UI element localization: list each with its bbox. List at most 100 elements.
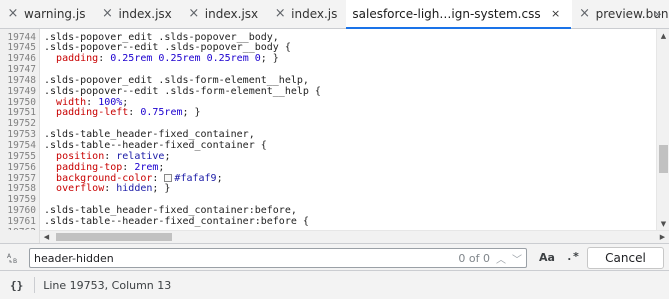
tab-label: index.jsx: [204, 7, 259, 21]
gutter-corner: [0, 230, 40, 243]
tab-overflow-button[interactable]: »: [647, 0, 669, 28]
scroll-down-icon[interactable]: ▼: [657, 217, 669, 230]
pretty-print-icon[interactable]: {}: [10, 279, 23, 292]
code-token: padding: [56, 53, 99, 65]
replace-toggle-icon[interactable]: A B: [7, 251, 23, 265]
horizontal-scrollbar[interactable]: ◀ ▶: [40, 230, 669, 243]
scroll-right-icon[interactable]: ▶: [656, 231, 669, 243]
tab-label: warning.js: [24, 7, 86, 21]
cancel-button[interactable]: Cancel: [587, 247, 664, 269]
code-token: position: [56, 150, 105, 162]
replace-toggle-glyph: A B: [7, 253, 17, 265]
scroll-left-icon[interactable]: ◀: [40, 231, 53, 243]
code-text: overflow: hidden; }: [44, 183, 171, 195]
cursor-position: Line 19753, Column 13: [43, 278, 172, 292]
chevron-up-icon[interactable]: ︿: [494, 251, 508, 266]
search-bar: A B 0 of 0 ︿ ﹀ Aa .* Cancel: [0, 243, 669, 271]
code-text: padding: 0.25rem 0.25rem 0.25rem 0; }: [44, 53, 279, 65]
status-bar: {} Line 19753, Column 13: [0, 271, 669, 299]
svg-text:B: B: [13, 258, 17, 264]
tab-4[interactable]: × salesforce-ligh…ign-system.css: [346, 0, 572, 29]
code-text: padding-left: 0.75rem; }: [44, 108, 201, 119]
code-token: padding-top: [56, 161, 123, 173]
regex-button[interactable]: .*: [566, 250, 579, 263]
code-token: padding-left: [56, 107, 129, 119]
search-input[interactable]: [34, 251, 454, 265]
code-token: #fafaf9: [174, 172, 217, 184]
code-token: :: [86, 96, 99, 108]
code-token: ;: [216, 172, 223, 184]
tab-2[interactable]: × index.jsx: [181, 0, 267, 28]
code-token: relative: [116, 150, 165, 162]
code-token: .slds-table--header-fixed_container:befo…: [44, 215, 309, 227]
vertical-scrollbar[interactable]: ▲ ▼: [656, 29, 669, 230]
editor-tab-bar: × warning.js × index.jsx × index.jsx × index.js…: [0, 0, 669, 29]
horizontal-scroll-thumb[interactable]: [56, 233, 172, 241]
chevron-down-icon[interactable]: ﹀: [510, 251, 524, 266]
code-token: 2rem: [134, 161, 159, 173]
close-icon[interactable]: ×: [100, 7, 114, 21]
code-token: overflow: [56, 183, 105, 195]
close-icon[interactable]: ×: [6, 7, 20, 21]
code-line: 19751 padding-left: 0.75rem; }: [0, 108, 656, 119]
code-token: 100%: [98, 96, 123, 108]
code-token: :: [104, 183, 117, 195]
search-field[interactable]: 0 of 0 ︿ ﹀: [29, 248, 527, 268]
code-token: :: [104, 150, 117, 162]
tab-3[interactable]: × index.js: [267, 0, 346, 28]
status-separator: [34, 277, 36, 293]
tab-1[interactable]: × index.jsx: [94, 0, 180, 28]
code-token: width: [56, 96, 87, 108]
tab-0[interactable]: × warning.js: [0, 0, 94, 28]
line-number: 19743: [0, 29, 36, 33]
tab-label: salesforce-ligh…ign-system.css: [352, 7, 541, 21]
code-token: ;: [122, 96, 129, 108]
match-count: 0 of 0: [458, 252, 490, 265]
code-line: 19761 .slds-table--header-fixed_container…: [0, 215, 656, 228]
code-line: 19758 overflow: hidden; }: [0, 183, 656, 195]
code-token: :: [98, 53, 111, 65]
tab-label: index.jsx: [118, 7, 172, 21]
code-token: .slds-popover--edit .slds-popover__body …: [44, 42, 291, 54]
code-token: ;: [158, 161, 165, 173]
code-token: ;: [164, 150, 171, 162]
code-token: background-color: [56, 172, 153, 184]
code-token: .slds-table_header-fixed_container:befor…: [44, 205, 297, 217]
code-token: .slds-popover_edit .slds-popover__body,: [44, 31, 279, 43]
tab-label: index.js: [291, 7, 338, 21]
code-token: :: [152, 172, 165, 184]
color-swatch[interactable]: [164, 173, 173, 182]
code-editor[interactable]: 19744 .slds-popover_edit .slds-popover__b…: [0, 29, 656, 230]
close-icon[interactable]: ×: [549, 7, 563, 21]
code-token: .slds-table--header-fixed_container {: [44, 140, 267, 151]
scroll-up-icon[interactable]: ▲: [657, 29, 669, 42]
code-text: .slds-table--header-fixed_container:befo…: [44, 215, 309, 228]
code-line: 19746 padding: 0.25rem 0.25rem 0.25rem 0…: [0, 53, 656, 65]
close-icon[interactable]: ×: [578, 7, 592, 21]
code-token: :: [128, 107, 141, 119]
vertical-scroll-thumb[interactable]: [659, 145, 668, 173]
code-token: 0.75rem: [140, 107, 183, 119]
line-number: 19749: [7, 85, 36, 97]
line-number: 19756: [7, 161, 36, 173]
code-token: .slds-popover--edit .slds-form-element__…: [44, 85, 321, 97]
close-icon[interactable]: ×: [187, 7, 201, 21]
code-token: ; }: [260, 53, 279, 65]
code-token: ; }: [182, 107, 201, 119]
match-case-button[interactable]: Aa: [539, 251, 555, 264]
svg-text:A: A: [7, 253, 12, 260]
code-token: .slds-table_header-fixed_container,: [44, 129, 255, 141]
code-token: ; }: [152, 183, 171, 195]
code-token: hidden: [116, 183, 153, 195]
code-token: 0.25rem 0.25rem 0.25rem 0: [110, 53, 261, 65]
code-token: .slds-popover_edit .slds-form-element__h…: [44, 74, 309, 86]
close-icon[interactable]: ×: [273, 7, 287, 21]
code-token: :: [122, 161, 135, 173]
